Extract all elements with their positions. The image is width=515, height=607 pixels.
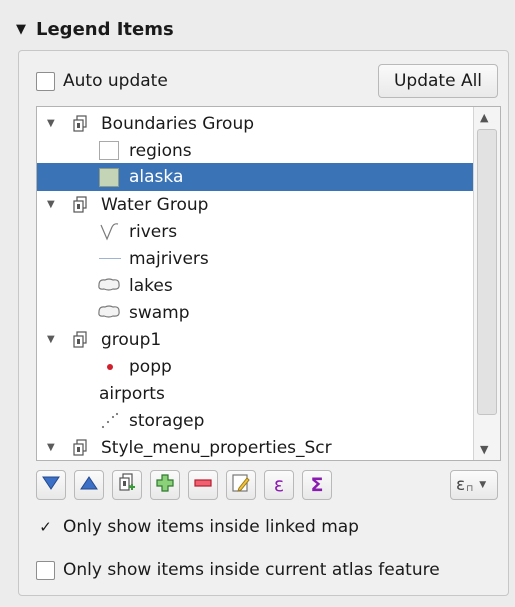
remove-item-button[interactable] (188, 470, 218, 500)
epsilon-icon: ε (273, 474, 285, 496)
legend-tree[interactable]: ▼ Boundaries Group regions alaska ▼ Wate… (36, 106, 501, 461)
sigma-icon: Σ (310, 474, 324, 496)
add-group-button[interactable] (112, 470, 142, 500)
group-folder-icon (73, 331, 89, 354)
filter-expression-dropdown[interactable]: ε ⊓ ▼ (450, 470, 498, 500)
collapse-triangle-icon[interactable]: ▼ (16, 22, 26, 37)
expand-arrow-icon[interactable]: ▼ (47, 118, 55, 129)
tree-layer-label: majrivers (129, 248, 209, 269)
tree-layer-label: popp (129, 356, 172, 377)
add-group-icon (118, 472, 136, 498)
polygon-symbol-icon (97, 277, 121, 298)
auto-update-label: Auto update (63, 71, 168, 91)
tree-layer-label: swamp (129, 302, 190, 323)
tree-group-label: Boundaries Group (101, 113, 255, 134)
group-folder-icon (73, 115, 89, 138)
expand-arrow-icon[interactable]: ▼ (47, 334, 55, 345)
blue-line-symbol-icon (99, 258, 121, 259)
green-square-symbol-icon (99, 168, 119, 187)
tree-vertical-scrollbar[interactable]: ▲ ▼ (473, 107, 500, 460)
tree-group-label: Style_menu_properties_Scr (101, 437, 332, 458)
tree-layer-label: lakes (129, 275, 173, 296)
dots-symbol-icon (99, 411, 121, 436)
update-all-button[interactable]: Update All (378, 64, 498, 98)
polygon-symbol-icon (97, 304, 121, 325)
tree-layer-label: regions (129, 140, 192, 161)
edit-item-button[interactable] (226, 470, 256, 500)
scrollbar-thumb[interactable] (477, 129, 497, 415)
scroll-down-arrow-icon[interactable]: ▼ (480, 443, 488, 456)
red-dot-symbol-icon (107, 364, 113, 370)
tree-layer-label: alaska (129, 167, 184, 187)
filter-epsilon-icon: ε (456, 475, 466, 495)
move-up-button[interactable] (74, 470, 104, 500)
river-line-symbol-icon (99, 221, 121, 246)
white-square-symbol-icon (99, 141, 119, 160)
atlas-feature-label: Only show items inside current atlas fea… (63, 560, 440, 580)
legend-items-panel: ▼ Legend Items Auto update Update All ▼ … (0, 0, 515, 607)
edit-icon (231, 473, 251, 498)
auto-update-checkbox[interactable] (36, 71, 55, 91)
linked-map-checkbox[interactable]: ✓ (36, 518, 55, 537)
filter-small-icon: ⊓ (466, 484, 474, 494)
triangle-up-icon (79, 475, 99, 496)
group-folder-icon (73, 196, 89, 219)
sum-button[interactable]: Σ (302, 470, 332, 500)
triangle-down-icon (41, 475, 61, 496)
tree-group-label: Water Group (101, 194, 209, 215)
linked-map-label: Only show items inside linked map (63, 517, 359, 537)
legend-items-header[interactable]: ▼ Legend Items (16, 12, 174, 46)
plus-icon (155, 473, 175, 498)
expand-arrow-icon[interactable]: ▼ (47, 199, 55, 210)
linked-map-option[interactable]: ✓ Only show items inside linked map (36, 512, 359, 542)
tree-layer-label: rivers (129, 221, 178, 242)
group-folder-icon (73, 439, 89, 460)
atlas-feature-checkbox[interactable] (36, 560, 55, 580)
tree-layer-label: storagep (129, 410, 205, 431)
move-down-button[interactable] (36, 470, 66, 500)
chevron-down-icon: ▼ (479, 480, 487, 490)
add-item-button[interactable] (150, 470, 180, 500)
expression-button[interactable]: ε (264, 470, 294, 500)
tree-group-label: group1 (101, 329, 162, 350)
scroll-up-arrow-icon[interactable]: ▲ (480, 111, 488, 124)
expand-arrow-icon[interactable]: ▼ (47, 442, 55, 453)
tree-layer-label: airports (99, 383, 165, 404)
tree-layer-row-selected[interactable]: alaska (37, 163, 474, 191)
section-title: Legend Items (36, 18, 174, 40)
atlas-feature-option[interactable]: Only show items inside current atlas fea… (36, 555, 440, 585)
minus-icon (193, 473, 213, 498)
